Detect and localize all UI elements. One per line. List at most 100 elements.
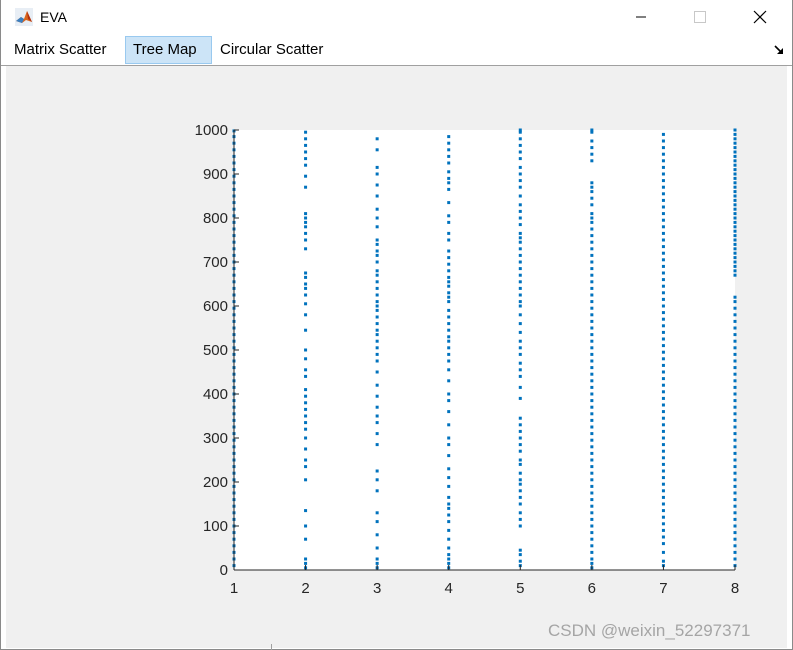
y-tick-label: 1000	[195, 122, 228, 139]
scatter-point	[661, 396, 665, 400]
scatter-point	[447, 280, 451, 284]
scatter-point	[661, 390, 665, 394]
scatter-point	[590, 478, 594, 482]
scatter-point	[304, 328, 308, 332]
tab-bar: Matrix Scatter Tree Map Circular Scatter	[1, 36, 792, 66]
scatter-point	[375, 333, 379, 337]
scatter-point	[518, 346, 522, 350]
scatter-point	[304, 130, 308, 134]
scatter-point	[447, 423, 451, 427]
scatter-point	[661, 212, 665, 216]
scatter-plot[interactable]: 1 2 3 4 5 6 7 8 0 100 200 300 400 500 600 700 800 900 1000	[6, 66, 787, 648]
scatter-point	[518, 150, 522, 154]
scatter-point	[304, 537, 308, 541]
undock-arrow-icon[interactable]	[773, 44, 785, 56]
scatter-point	[661, 429, 665, 433]
scatter-point	[733, 491, 737, 495]
scatter-point	[733, 269, 737, 273]
scatter-point	[375, 478, 379, 482]
scatter-point	[661, 238, 665, 242]
scatter-point	[590, 339, 594, 343]
scatter-point	[447, 161, 451, 165]
scatter-point	[304, 220, 308, 224]
scatter-point	[590, 216, 594, 220]
scatter-point	[375, 137, 379, 141]
scatter-point	[518, 223, 522, 227]
scatter-point	[733, 372, 737, 376]
scatter-point	[447, 339, 451, 343]
tab-matrix-scatter[interactable]: Matrix Scatter	[7, 36, 124, 64]
title-bar[interactable]: EVA	[1, 0, 792, 36]
scatter-point	[447, 484, 451, 488]
scatter-point	[375, 520, 379, 524]
scatter-point	[304, 174, 308, 178]
scatter-point	[518, 385, 522, 389]
scatter-point	[590, 399, 594, 403]
scatter-point	[733, 163, 737, 167]
scatter-point	[661, 218, 665, 222]
scatter-point	[447, 467, 451, 471]
scatter-point	[733, 438, 737, 442]
maximize-icon	[694, 11, 706, 23]
scatter-point	[733, 550, 737, 554]
scatter-point	[447, 335, 451, 339]
scatter-point	[590, 234, 594, 238]
scatter-point	[733, 458, 737, 462]
scatter-point	[590, 471, 594, 475]
minimize-button[interactable]	[618, 0, 664, 34]
scatter-point	[733, 247, 737, 251]
scatter-point	[733, 159, 737, 163]
scatter-point	[733, 445, 737, 449]
scatter-point	[733, 511, 737, 515]
x-tick-label: 2	[301, 580, 309, 597]
scatter-point	[447, 495, 451, 499]
scatter-point	[661, 251, 665, 255]
scatter-point	[304, 212, 308, 216]
bottom-edge-mark	[271, 644, 272, 650]
scatter-point	[518, 339, 522, 343]
scatter-point	[661, 172, 665, 176]
scatter-point	[518, 194, 522, 198]
scatter-point	[375, 286, 379, 290]
scatter-point	[304, 561, 308, 565]
scatter-point	[590, 445, 594, 449]
tab-tree-map[interactable]: Tree Map	[125, 36, 212, 64]
scatter-point	[733, 504, 737, 508]
scatter-point	[661, 264, 665, 268]
scatter-point	[733, 471, 737, 475]
scatter-point	[590, 438, 594, 442]
scatter-point	[661, 258, 665, 262]
scatter-point	[733, 128, 737, 132]
scatter-point	[447, 214, 451, 218]
scatter-point	[661, 271, 665, 275]
scatter-point	[375, 394, 379, 398]
scatter-point	[661, 550, 665, 554]
scatter-point	[518, 495, 522, 499]
figure-panel: 1 2 3 4 5 6 7 8 0 100 200 300 400 500 600 700 800 900 1000	[6, 66, 787, 648]
scatter-point	[590, 267, 594, 271]
scatter-point	[447, 436, 451, 440]
maximize-button[interactable]	[677, 0, 723, 34]
scatter-point	[590, 550, 594, 554]
scatter-point	[590, 212, 594, 216]
scatter-point	[590, 333, 594, 337]
scatter-point	[375, 194, 379, 198]
scatter-point	[304, 313, 308, 317]
scatter-point	[733, 418, 737, 422]
y-tick-label: 200	[203, 474, 228, 491]
scatter-point	[590, 491, 594, 495]
scatter-point	[590, 379, 594, 383]
scatter-point	[733, 256, 737, 260]
scatter-point	[518, 517, 522, 521]
scatter-point	[661, 535, 665, 539]
scatter-point	[590, 128, 594, 132]
scatter-point	[733, 405, 737, 409]
scatter-point	[518, 374, 522, 378]
tab-circular-scatter[interactable]: Circular Scatter	[213, 36, 343, 64]
scatter-point	[518, 137, 522, 141]
scatter-point	[661, 284, 665, 288]
scatter-point	[447, 181, 451, 185]
scatter-point	[733, 203, 737, 207]
close-button[interactable]	[737, 0, 783, 34]
scatter-point	[733, 190, 737, 194]
